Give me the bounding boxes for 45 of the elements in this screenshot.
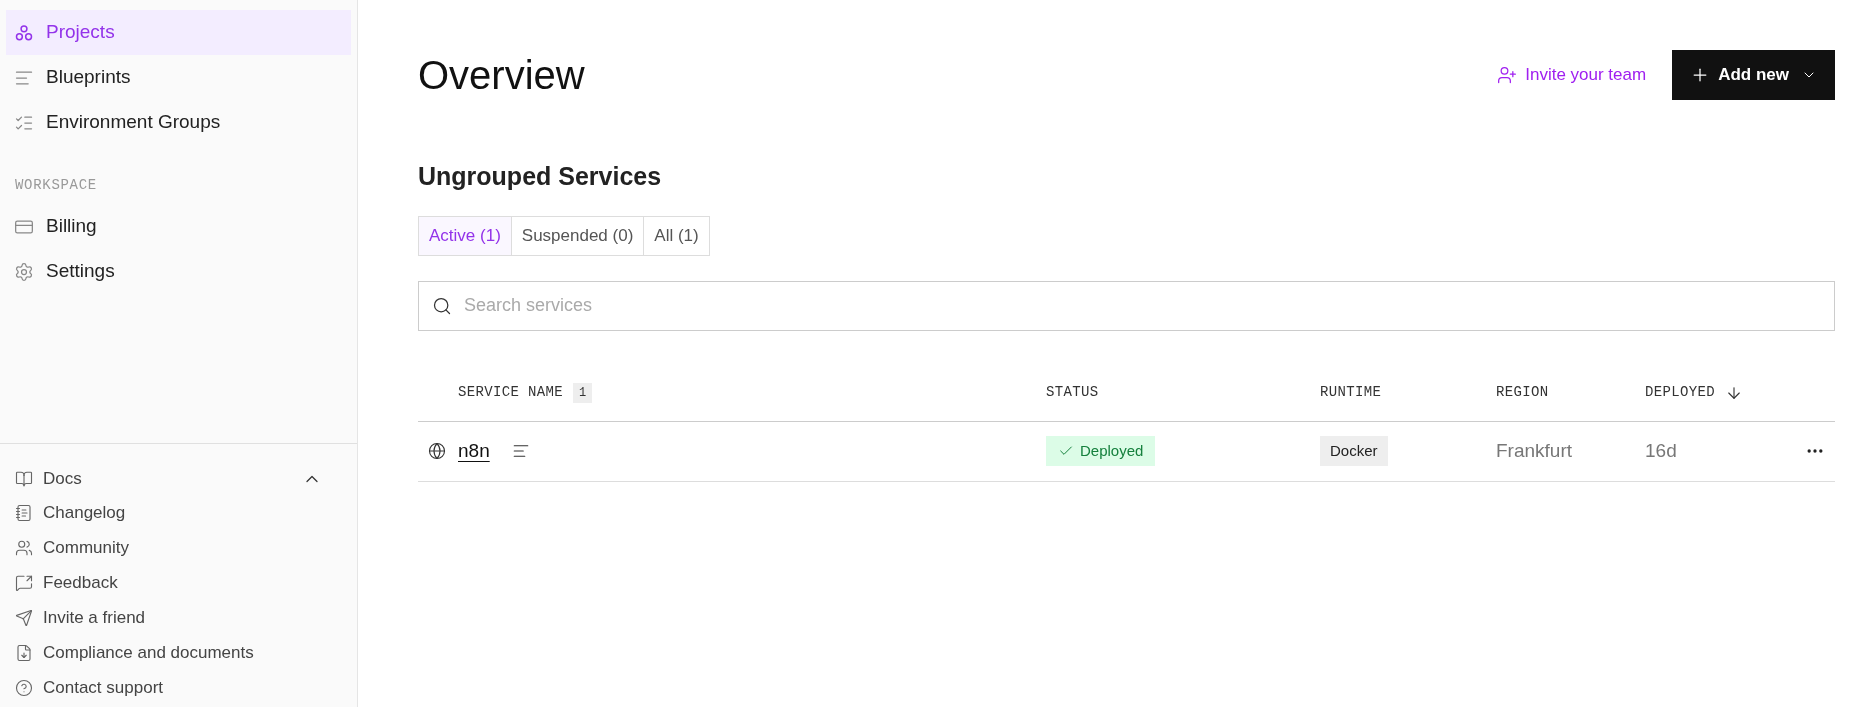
globe-icon — [428, 442, 446, 460]
section-heading: WORKSPACE — [14, 176, 98, 195]
sidebar-item[interactable]: Billing — [6, 204, 351, 249]
filter-tab[interactable]: All (1) — [643, 215, 710, 256]
filter-tab[interactable]: Suspended (0) — [510, 215, 645, 256]
column-header[interactable]: DEPLOYED — [1645, 382, 1715, 403]
user-plus-icon — [1497, 65, 1518, 85]
sidebar-item[interactable]: Blueprints — [6, 55, 351, 100]
chat-share-icon — [15, 573, 33, 592]
sidebar-item[interactable]: Settings — [6, 249, 351, 294]
notebook-icon — [15, 503, 33, 522]
runtime-tag: Docker — [1320, 436, 1388, 466]
help-icon — [15, 678, 33, 697]
search-field[interactable]: Search services — [418, 280, 1835, 331]
footer-link[interactable]: Feedback — [15, 565, 342, 600]
settings-icon — [14, 261, 34, 282]
column-header[interactable]: SERVICE NAME — [458, 382, 564, 403]
book-icon — [15, 469, 33, 488]
invite-team-button[interactable]: Invite your team — [1497, 62, 1647, 88]
footer-link[interactable]: Contact support — [15, 670, 342, 705]
projects-icon — [14, 22, 34, 43]
footer-link[interactable]: Changelog — [15, 495, 342, 530]
people-icon — [15, 538, 33, 557]
column-header[interactable]: REGION — [1496, 382, 1549, 403]
sidebar-item[interactable]: Projects — [6, 10, 351, 55]
column-header[interactable]: STATUS — [1046, 382, 1099, 403]
sidebar-item[interactable]: Environment Groups — [6, 100, 351, 145]
file-download-icon — [15, 643, 33, 662]
service-link[interactable]: n8n — [458, 436, 490, 466]
add-new-button[interactable]: Add new — [1672, 50, 1835, 100]
footer-link[interactable]: Invite a friend — [15, 600, 342, 635]
deployed-text: 16d — [1645, 439, 1677, 461]
filter-tab[interactable]: Active (1) — [418, 215, 512, 256]
footer-link[interactable]: Compliance and documents — [15, 635, 342, 670]
logs-icon[interactable] — [511, 442, 530, 460]
column-header[interactable]: RUNTIME — [1320, 382, 1382, 403]
status-badge: Deployed — [1046, 436, 1156, 466]
count-badge: 1 — [573, 382, 593, 403]
footer-link[interactable]: Community — [15, 530, 342, 565]
region-text: Frankfurt — [1496, 439, 1573, 461]
send-icon — [15, 608, 33, 627]
section-title: Ungrouped Services — [418, 161, 663, 192]
docs-toggle[interactable]: Docs — [15, 462, 342, 495]
page-title: Overview — [418, 52, 585, 99]
search-icon — [432, 295, 452, 316]
